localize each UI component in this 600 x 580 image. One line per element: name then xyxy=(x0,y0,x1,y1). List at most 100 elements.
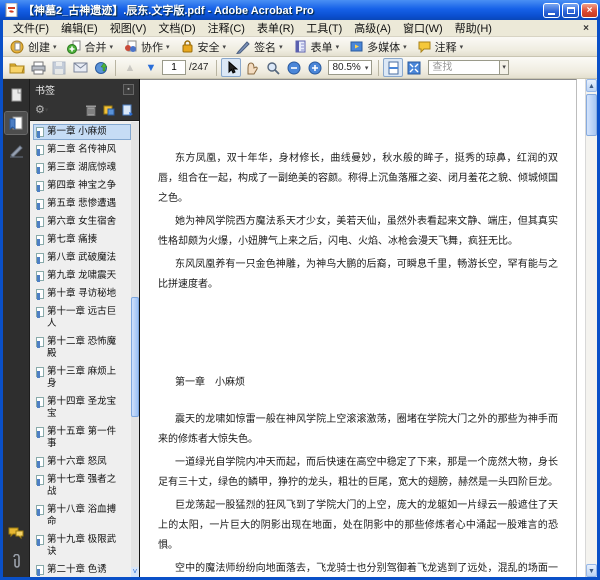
scroll-up-button[interactable]: ▲ xyxy=(586,79,597,92)
menu-items: 文件(F) 编辑(E) 视图(V) 文档(D) 注释(C) 表单(R) 工具(T) 高级(A)… xyxy=(7,19,498,37)
dropdown-caret-icon: ▾ xyxy=(459,43,464,51)
dropdown-caret-icon: ▾ xyxy=(364,64,369,72)
bookmark-item[interactable]: 第十四章 圣龙宝宝 xyxy=(33,394,131,422)
attachments-panel-button[interactable] xyxy=(5,550,27,572)
paragraph: 东风凤凰养有一只金色神雕，为神鸟大鹏的后裔，可瞬息千里，畅游长空，罕有能与之比拼… xyxy=(158,259,558,290)
bookmark-options-button[interactable]: ⚙ ▾ xyxy=(35,103,48,116)
menu-item[interactable]: 窗口(W) xyxy=(397,19,449,37)
maximize-button[interactable] xyxy=(562,2,579,18)
bookmark-item[interactable]: 第十一章 远古巨人 xyxy=(33,304,131,332)
menu-item[interactable]: 高级(A) xyxy=(348,19,397,37)
bookmark-item[interactable]: 第十五章 第一件事 xyxy=(33,424,131,452)
bookmark-item[interactable]: 第二十章 色诱 xyxy=(33,562,131,577)
email-button[interactable] xyxy=(70,58,90,77)
dropdown-caret-icon: ▾ xyxy=(335,43,340,51)
bookmark-item[interactable]: 第二章 名传神风 xyxy=(33,142,131,158)
bookmark-item[interactable]: 第三章 湖底惊魂 xyxy=(33,160,131,176)
menu-item[interactable]: 工具(T) xyxy=(300,19,348,37)
bookmark-item[interactable]: 第五章 悲惨遭遇 xyxy=(33,196,131,212)
scrolling-page-icon xyxy=(388,61,399,74)
window-title: 【神墓2_古神遗迹】.辰东.文字版.pdf - Adobe Acrobat Pr… xyxy=(23,5,314,17)
collaborate-button[interactable]: 协作 ▾ xyxy=(120,38,175,56)
bookmark-item[interactable]: 第九章 龙啸震天 xyxy=(33,268,131,284)
bookmarks-panel-title: 书签 xyxy=(35,85,55,97)
bookmark-page-icon xyxy=(36,397,44,408)
bookmark-item[interactable]: 第十九章 极限武诀 xyxy=(33,532,131,560)
close-button[interactable]: × xyxy=(581,2,598,18)
bookmark-item[interactable]: 第十六章 怒凤 xyxy=(33,454,131,470)
panel-options-button[interactable]: ▪ xyxy=(123,83,134,95)
zoom-level-dropdown[interactable]: 80.5% ▾ xyxy=(328,60,373,75)
dropdown-caret-icon: ▾ xyxy=(109,43,114,51)
secure-button[interactable]: 安全 ▾ xyxy=(177,38,232,56)
open-file-button[interactable] xyxy=(7,58,27,77)
scroll-down-button[interactable]: ▼ xyxy=(586,564,597,577)
create-pdf-icon xyxy=(10,39,25,54)
zoom-in-button[interactable] xyxy=(305,58,325,77)
bookmark-item[interactable]: 第十三章 麻烦上身 xyxy=(33,364,131,392)
find-input[interactable] xyxy=(428,60,501,75)
document-close-icon[interactable]: × xyxy=(579,23,593,34)
combine-button[interactable]: 合并 ▾ xyxy=(64,38,119,56)
menu-bar: 文件(F) 编辑(E) 视图(V) 文档(D) 注释(C) 表单(R) 工具(T) 高级(A)… xyxy=(3,20,597,37)
window-controls: × xyxy=(543,2,598,18)
marquee-zoom-button[interactable] xyxy=(263,58,283,77)
bookmark-item[interactable]: 第四章 神宝之争 xyxy=(33,178,131,194)
fullscreen-button[interactable] xyxy=(404,58,424,77)
bookmark-page-icon xyxy=(36,307,44,318)
page-number-input[interactable] xyxy=(162,60,186,75)
next-page-button[interactable]: ▼ xyxy=(141,58,161,77)
menu-item[interactable]: 视图(V) xyxy=(104,19,153,37)
bookmarks-panel-button[interactable] xyxy=(4,111,28,135)
previous-page-button[interactable]: ▲ xyxy=(120,58,140,77)
sign-button[interactable]: 签名 ▾ xyxy=(233,38,288,56)
comment-button[interactable]: 注释 ▾ xyxy=(414,38,469,56)
menu-item[interactable]: 表单(R) xyxy=(251,19,300,37)
create-pdf-button[interactable]: 创建 ▾ xyxy=(7,38,62,56)
forms-icon xyxy=(293,39,308,54)
menu-item[interactable]: 注释(C) xyxy=(202,19,251,37)
dropdown-caret-icon: ▾ xyxy=(53,43,57,51)
highlight-bookmark-button[interactable] xyxy=(103,104,115,116)
minimize-button[interactable] xyxy=(543,2,560,18)
hand-tool-button[interactable] xyxy=(242,58,262,77)
pages-panel-button[interactable] xyxy=(5,84,27,106)
menu-item[interactable]: 帮助(H) xyxy=(449,19,498,37)
print-button[interactable] xyxy=(28,58,48,77)
document-scrollbar[interactable]: ▲ ▼ xyxy=(585,79,597,577)
signatures-panel-button[interactable] xyxy=(5,140,27,162)
document-scrollbar-thumb[interactable] xyxy=(586,94,597,136)
delete-bookmark-button[interactable] xyxy=(86,104,96,116)
menu-item[interactable]: 文档(D) xyxy=(152,19,201,37)
select-tool-button[interactable] xyxy=(221,58,242,77)
new-bookmark-button[interactable] xyxy=(122,104,134,116)
folder-icon xyxy=(9,63,25,74)
scrolling-mode-button[interactable] xyxy=(383,58,404,77)
navigation-pane-buttons xyxy=(3,79,30,577)
bookmarks-scrollbar-thumb[interactable] xyxy=(131,297,139,417)
bookmark-item[interactable]: 第十章 寻访秘地 xyxy=(33,286,131,302)
find-dropdown-icon[interactable]: ▾ xyxy=(500,60,509,75)
menu-item[interactable]: 编辑(E) xyxy=(55,19,104,37)
bookmark-item[interactable]: 第八章 武破魔法 xyxy=(33,250,131,266)
dropdown-caret-icon: ▾ xyxy=(44,106,49,114)
comments-panel-button[interactable] xyxy=(5,522,27,544)
multimedia-button[interactable]: 多媒体 ▾ xyxy=(346,38,412,56)
bookmark-item[interactable]: 第十八章 浴血搏命 xyxy=(33,502,131,530)
bookmark-item[interactable]: 第六章 女生宿舍 xyxy=(33,214,131,230)
bookmark-item[interactable]: 第七章 痛揍 xyxy=(33,232,131,248)
upload-document-button[interactable] xyxy=(91,58,111,77)
hand-icon xyxy=(247,61,259,74)
bookmarks-scrollbar[interactable]: ˅ xyxy=(131,122,139,577)
bookmark-item[interactable]: 第十七章 强者之战 xyxy=(33,472,131,500)
save-button[interactable] xyxy=(49,58,69,77)
bookmark-item[interactable]: 第十二章 恐怖魔殿 xyxy=(33,334,131,362)
lock-icon xyxy=(180,39,195,54)
zoom-out-button[interactable] xyxy=(284,58,304,77)
menu-item[interactable]: 文件(F) xyxy=(7,19,55,37)
bookmark-item[interactable]: 第一章 小麻烦 xyxy=(33,124,131,140)
signature-icon xyxy=(9,144,23,158)
bookmarks-scroll-down-icon[interactable]: ˅ xyxy=(131,567,139,577)
forms-button[interactable]: 表单 ▾ xyxy=(290,38,345,56)
highlight-icon xyxy=(103,105,115,115)
